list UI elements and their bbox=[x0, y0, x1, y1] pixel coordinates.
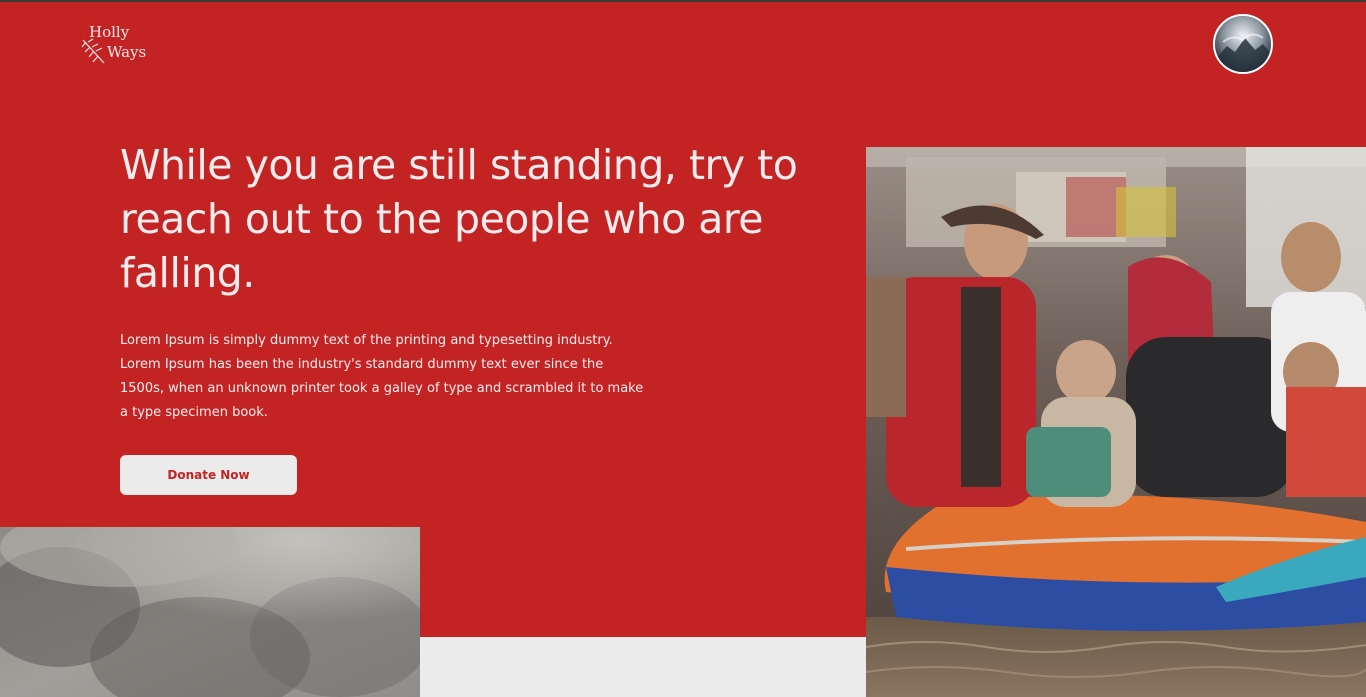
smoke-forest-image bbox=[0, 527, 420, 697]
logo-text-ways: Ways bbox=[107, 43, 147, 61]
donate-now-button[interactable]: Donate Now bbox=[120, 455, 297, 495]
hero-description: Lorem Ipsum is simply dummy text of the … bbox=[120, 333, 644, 420]
hero-headline: While you are still standing, try to rea… bbox=[120, 141, 798, 297]
flood-rescue-photo bbox=[866, 147, 1366, 697]
site-logo[interactable]: Holly Ways bbox=[80, 22, 160, 70]
avatar-icon bbox=[1215, 16, 1271, 72]
user-avatar[interactable] bbox=[1213, 14, 1273, 74]
landing-page: Holly Ways While you are still standing,… bbox=[0, 0, 1366, 697]
flood-rescue-image bbox=[866, 147, 1366, 697]
smoke-forest-photo bbox=[0, 527, 420, 697]
wheat-icon bbox=[81, 38, 105, 64]
